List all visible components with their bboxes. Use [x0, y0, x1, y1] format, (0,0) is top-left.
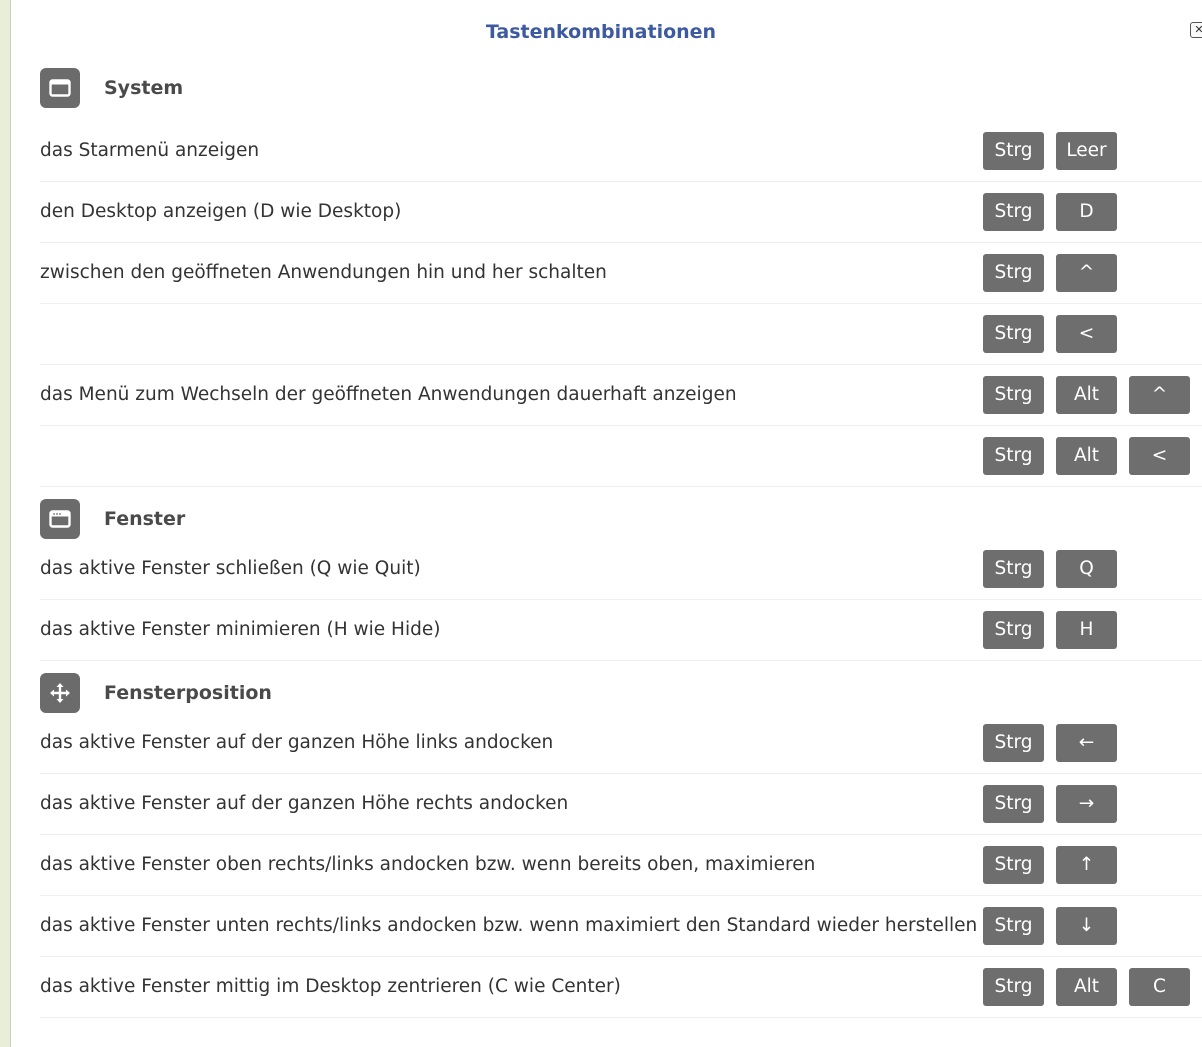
shortcut-row: das aktive Fenster mittig im Desktop zen…	[40, 957, 1202, 1018]
shortcut-description: das aktive Fenster minimieren (H wie Hid…	[40, 619, 441, 640]
key-cap: Alt	[1056, 376, 1117, 414]
key-cap: Strg	[983, 724, 1044, 762]
key-cap: Strg	[983, 254, 1044, 292]
section-fenster-header: Fenster	[40, 499, 185, 539]
key-cap: Strg	[983, 437, 1044, 475]
key-cap: D	[1056, 193, 1117, 231]
shortcut-description: das aktive Fenster unten rechts/links an…	[40, 915, 978, 936]
shortcut-description: das Menü zum Wechseln der geöffneten Anw…	[40, 384, 737, 405]
move-arrows-icon	[40, 673, 80, 713]
key-cap: Alt	[1056, 437, 1117, 475]
key-cap: ^	[1129, 376, 1190, 414]
key-cap: Alt	[1056, 968, 1117, 1006]
arrow-right-icon: →	[1056, 785, 1117, 823]
shortcut-row: das aktive Fenster auf der ganzen Höhe l…	[40, 713, 1202, 774]
key-cap: Strg	[983, 315, 1044, 353]
key-cap: Q	[1056, 550, 1117, 588]
section-system-header: System	[40, 68, 183, 108]
shortcuts-dialog: Tastenkombinationen ✕ System das Starmen…	[11, 0, 1202, 1047]
background-window-edge	[0, 0, 11, 1047]
key-cap: Strg	[983, 968, 1044, 1006]
shortcut-description: das Starmenü anzeigen	[40, 140, 260, 161]
shortcut-row: das aktive Fenster minimieren (H wie Hid…	[40, 600, 1202, 661]
key-cap: Strg	[983, 193, 1044, 231]
close-icon[interactable]: ✕	[1190, 22, 1202, 38]
shortcut-row: das aktive Fenster schließen (Q wie Quit…	[40, 539, 1202, 600]
shortcut-row: das aktive Fenster unten rechts/links an…	[40, 896, 1202, 957]
key-cap: Strg	[983, 611, 1044, 649]
shortcut-row: den Desktop anzeigen (D wie Desktop) Str…	[40, 182, 1202, 243]
section-label: Fensterposition	[104, 682, 272, 704]
arrow-up-icon: ↑	[1056, 846, 1117, 884]
key-cap: C	[1129, 968, 1190, 1006]
shortcut-row: das Starmenü anzeigen Strg Leer	[40, 121, 1202, 182]
shortcut-row: Strg Alt <	[40, 426, 1202, 487]
shortcut-description: den Desktop anzeigen (D wie Desktop)	[40, 201, 402, 222]
shortcut-description: das aktive Fenster auf der ganzen Höhe r…	[40, 793, 569, 814]
arrow-left-icon: ←	[1056, 724, 1117, 762]
key-cap: ^	[1056, 254, 1117, 292]
key-cap: Strg	[983, 846, 1044, 884]
key-cap: H	[1056, 611, 1117, 649]
shortcut-row: Strg <	[40, 304, 1202, 365]
dialog-title: Tastenkombinationen	[485, 21, 717, 43]
shortcut-description: zwischen den geöffneten Anwendungen hin …	[40, 262, 607, 283]
section-fensterposition-header: Fensterposition	[40, 673, 272, 713]
shortcut-row: das aktive Fenster oben rechts/links and…	[40, 835, 1202, 896]
window-titlebar-icon	[40, 499, 80, 539]
shortcut-description: das aktive Fenster oben rechts/links and…	[40, 854, 816, 875]
shortcut-row: zwischen den geöffneten Anwendungen hin …	[40, 243, 1202, 304]
shortcut-row: das Menü zum Wechseln der geöffneten Anw…	[40, 365, 1202, 426]
key-cap: Strg	[983, 785, 1044, 823]
section-label: System	[104, 77, 184, 99]
section-label: Fenster	[104, 508, 186, 530]
window-icon	[40, 68, 80, 108]
arrow-down-icon: ↓	[1056, 907, 1117, 945]
key-cap: Strg	[983, 907, 1044, 945]
key-cap: <	[1056, 315, 1117, 353]
shortcut-description: das aktive Fenster mittig im Desktop zen…	[40, 976, 621, 997]
key-cap: Strg	[983, 132, 1044, 170]
shortcut-description: das aktive Fenster schließen (Q wie Quit…	[40, 558, 421, 579]
key-cap: Strg	[983, 376, 1044, 414]
shortcut-description: das aktive Fenster auf der ganzen Höhe l…	[40, 732, 554, 753]
shortcut-row: das aktive Fenster auf der ganzen Höhe r…	[40, 774, 1202, 835]
key-cap: Leer	[1056, 132, 1117, 170]
key-cap: <	[1129, 437, 1190, 475]
key-cap: Strg	[983, 550, 1044, 588]
